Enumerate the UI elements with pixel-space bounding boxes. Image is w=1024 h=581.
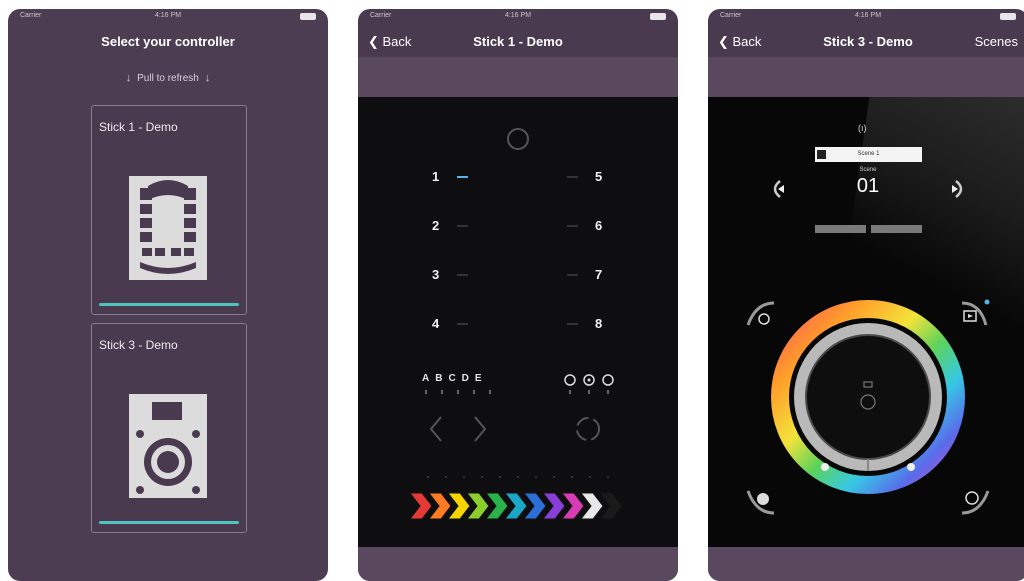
stick-control-panel: 1 2 3 4 5 6 7 8 ABCDE [358, 97, 678, 547]
status-bar: Carrier 4:16 PM [708, 9, 1024, 25]
battery-icon [300, 13, 316, 20]
page-title: Select your controller [101, 34, 235, 49]
bottom-bar [358, 547, 678, 581]
sub-header [708, 57, 1024, 97]
arrow-down-icon: ↓ [125, 72, 132, 84]
zone-6-button[interactable]: 6 [595, 218, 602, 233]
zone-indicator [457, 225, 468, 227]
zone-indicator [457, 323, 468, 325]
stick3-control-panel: (ı) Scene 1 Scene 01 [708, 97, 1024, 547]
controller-label: Stick 3 - Demo [99, 338, 178, 352]
phone-stick1: Carrier 4:16 PM ❮ Back Stick 1 - Demo 1 … [358, 9, 678, 581]
brightness-icon [746, 301, 775, 326]
arrow-down-icon: ↓ [204, 72, 211, 84]
stick3-graphics [746, 180, 990, 515]
stick3-device-icon [129, 394, 207, 498]
phone-stick3: Carrier 4:16 PM ❮ Back Stick 3 - Demo Sc… [708, 9, 1024, 581]
zone-indicator [567, 323, 578, 325]
sub-header [358, 57, 678, 97]
zone-7-button[interactable]: 7 [595, 267, 602, 282]
controller-card-stick1[interactable]: Stick 1 - Demo [91, 105, 247, 315]
zone-5-button[interactable]: 5 [595, 169, 602, 184]
battery-icon [1000, 13, 1016, 20]
brightness-icon [564, 374, 576, 386]
zone-3-button[interactable]: 3 [432, 267, 439, 282]
zone-2-button[interactable]: 2 [432, 218, 439, 233]
zone-indicator [567, 176, 578, 178]
status-bar: Carrier 4:16 PM [8, 9, 328, 25]
pull-to-refresh[interactable]: ↓ Pull to refresh ↓ [8, 72, 328, 84]
zone-1-button[interactable]: 1 [432, 169, 439, 184]
group-letters[interactable]: ABCDE [422, 373, 488, 384]
nav-bar: ❮ Back Stick 3 - Demo Scenes [708, 25, 1024, 57]
palette-icon [746, 490, 775, 515]
cycle-icon [602, 374, 614, 386]
time-label: 4:16 PM [854, 12, 882, 19]
phone-select-controller: Carrier 4:16 PM Select your controller ↓… [8, 9, 328, 581]
prev-scene-icon [773, 180, 784, 198]
zone-indicator [567, 225, 578, 227]
time-label: 4:16 PM [504, 12, 532, 19]
chevron-right-icon [474, 416, 487, 442]
zone-indicator [567, 274, 578, 276]
stick1-device-icon [129, 176, 207, 280]
dot-row [427, 476, 609, 478]
controller-accent-bar [99, 521, 239, 524]
zone-8-button[interactable]: 8 [595, 316, 602, 331]
power-icon [507, 128, 529, 150]
pull-to-refresh-label: Pull to refresh [137, 73, 199, 84]
time-label: 4:16 PM [154, 12, 182, 19]
controller-label: Stick 1 - Demo [99, 120, 178, 134]
chevron-left-icon [429, 416, 442, 442]
next-scene-icon [952, 180, 963, 198]
color-selector-bar [408, 492, 623, 520]
stick-control-graphics [408, 128, 623, 520]
controller-accent-bar [99, 303, 239, 306]
status-bar: Carrier 4:16 PM [358, 9, 678, 25]
play-icon [961, 299, 990, 326]
zone-4-button[interactable]: 4 [432, 316, 439, 331]
page-title: Stick 1 - Demo [473, 34, 563, 49]
battery-icon [650, 13, 666, 20]
color-arrow-button[interactable] [408, 492, 433, 520]
bottom-bar [708, 547, 1024, 581]
controller-card-stick3[interactable]: Stick 3 - Demo [91, 323, 247, 533]
zone-indicator [457, 274, 468, 276]
nav-bar: Select your controller [8, 25, 328, 57]
nav-bar: ❮ Back Stick 1 - Demo [358, 25, 678, 57]
refresh-icon [576, 417, 600, 441]
speed-icon [961, 490, 990, 515]
scenes-button[interactable]: Scenes [975, 34, 1018, 49]
zone-indicator [457, 176, 468, 178]
